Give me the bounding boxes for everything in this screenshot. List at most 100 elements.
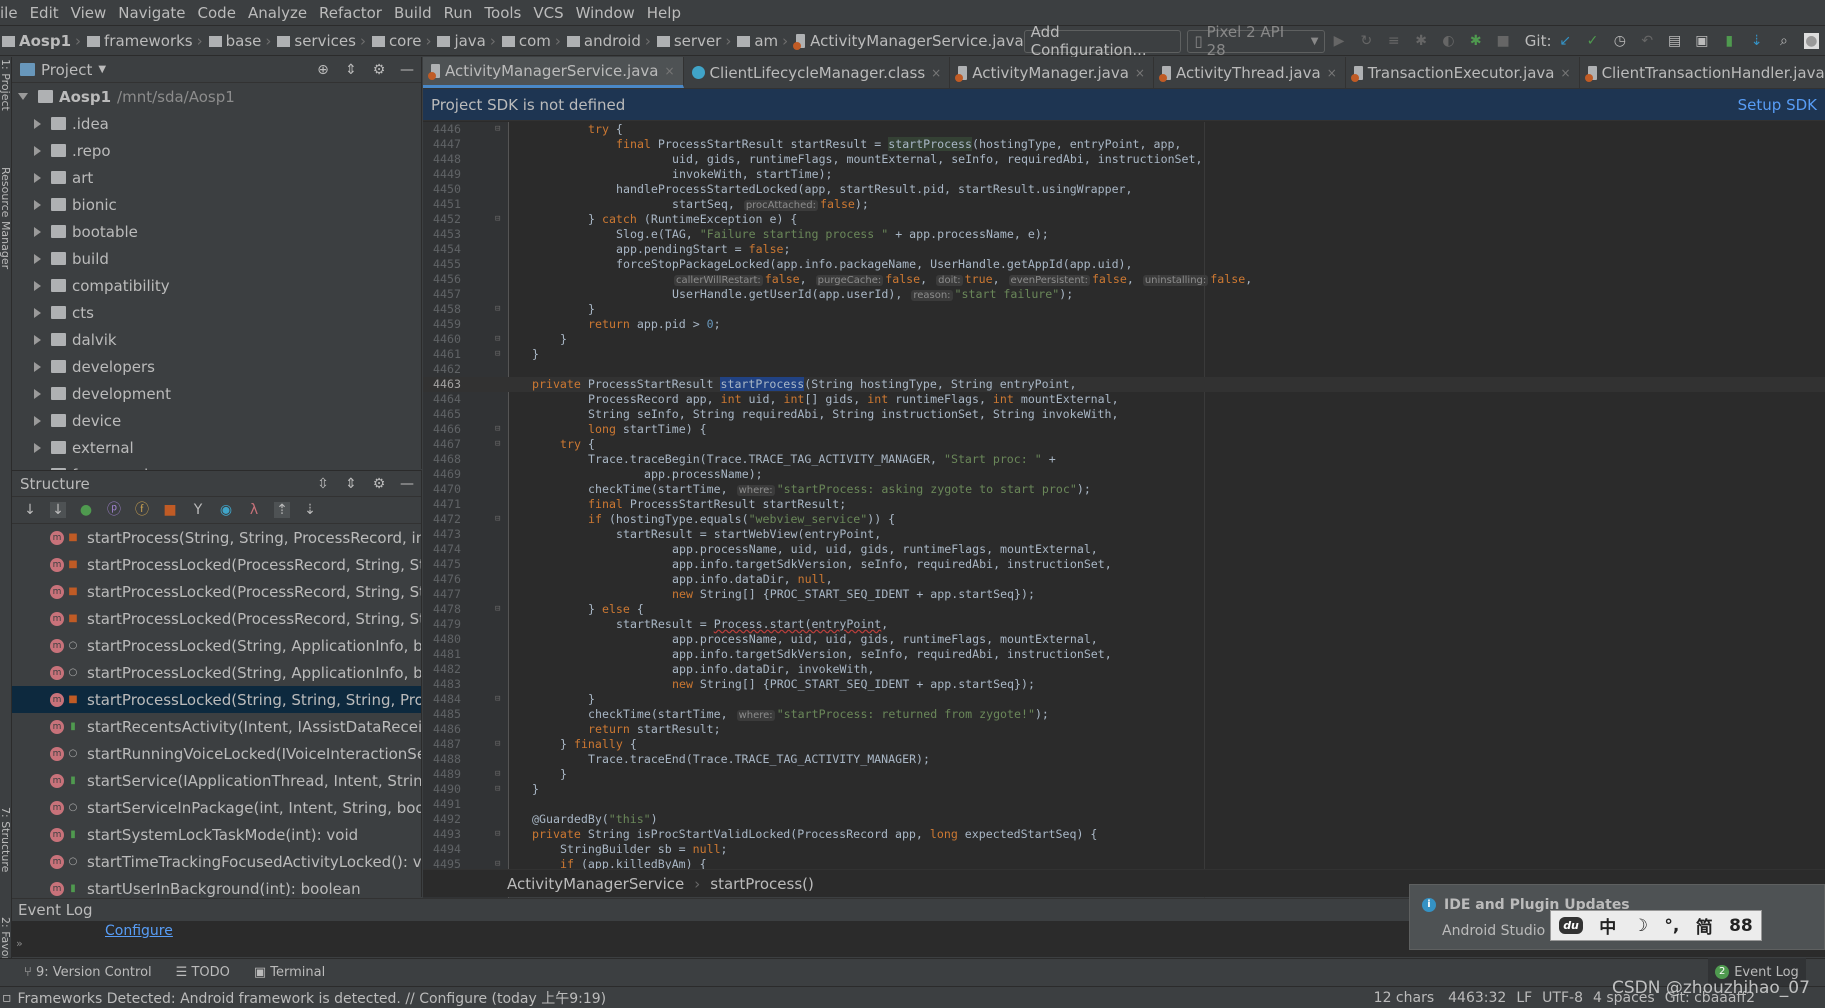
code-line[interactable]: 4453 Slog.e(TAG, "Failure starting proces… — [423, 227, 1825, 242]
menu-vcs[interactable]: VCS — [533, 4, 563, 22]
configure-link[interactable]: Configure — [105, 923, 173, 939]
line-separator[interactable]: LF — [1516, 990, 1532, 1006]
close-icon[interactable]: × — [931, 66, 941, 80]
sort-alphabetically-icon[interactable]: ↓ — [50, 502, 66, 518]
close-icon[interactable]: × — [1135, 66, 1145, 80]
expand-arrow-icon[interactable] — [34, 118, 41, 129]
expand-arrow-icon[interactable] — [34, 145, 41, 156]
close-icon[interactable]: × — [1327, 66, 1337, 80]
code-line[interactable]: 4463 private ProcessStartResult startProc… — [423, 377, 1825, 392]
menu-file[interactable]: ile — [0, 4, 18, 22]
fold-marker-icon[interactable]: ⊟ — [495, 782, 500, 797]
code-line[interactable]: 4480 app.processName, uid, uid, gids, run… — [423, 632, 1825, 647]
tree-item[interactable]: developers — [12, 353, 421, 380]
code-line[interactable]: 4469 app.processName); — [423, 467, 1825, 482]
search-icon[interactable]: ⌕ — [1776, 33, 1791, 49]
resource-manager-tool-button[interactable]: Resource Manager — [0, 167, 12, 269]
ime-moon-icon[interactable]: ☽ — [1633, 916, 1648, 936]
show-interfaces-icon[interactable]: ◉ — [218, 502, 234, 518]
code-line[interactable]: 4456 callerWillRestart: false, purgeCache:… — [423, 272, 1825, 287]
structure-item[interactable]: m ○ startProcessLocked(String, Application… — [12, 659, 421, 686]
tree-item[interactable]: bootable — [12, 218, 421, 245]
tree-item[interactable]: cts — [12, 299, 421, 326]
code-line[interactable]: 4484 ⊟} — [423, 692, 1825, 707]
code-line[interactable]: 4471 final ProcessStartResult startResult… — [423, 497, 1825, 512]
sort-by-visibility-icon[interactable]: ↓ — [22, 502, 38, 518]
version-control-tool-button[interactable]: ⑂ 9: Version Control — [24, 965, 152, 980]
gear-icon[interactable]: ⚙ — [371, 476, 387, 492]
debug-icon[interactable]: ✱ — [1413, 33, 1428, 49]
fold-marker-icon[interactable]: ⊟ — [495, 512, 500, 527]
code-line[interactable]: 4492 @GuardedBy("this") — [423, 812, 1825, 827]
tree-item[interactable]: bionic — [12, 191, 421, 218]
expand-icon[interactable]: » — [16, 937, 23, 950]
tree-item[interactable]: compatibility — [12, 272, 421, 299]
code-line[interactable]: 4461 ⊟} — [423, 347, 1825, 362]
tree-item[interactable]: device — [12, 407, 421, 434]
menu-run[interactable]: Run — [444, 4, 473, 22]
expand-arrow-icon[interactable] — [34, 280, 41, 291]
avd-manager-icon[interactable]: ▣ — [1694, 33, 1709, 49]
breadcrumb-item[interactable]: ActivityManagerService.java — [810, 32, 1023, 50]
code-line[interactable]: 4485 checkTime(startTime, where: "startPro… — [423, 707, 1825, 722]
close-icon[interactable]: × — [664, 64, 674, 78]
status-message[interactable]: Frameworks Detected: Android framework i… — [18, 988, 607, 1008]
fold-marker-icon[interactable]: ⊟ — [495, 212, 500, 227]
code-line[interactable]: 4468 Trace.traceBegin(Trace.TRACE_TAG_ACT… — [423, 452, 1825, 467]
code-line[interactable]: 4448 uid, gids, runtimeFlags, mountExtern… — [423, 152, 1825, 167]
breadcrumb-item[interactable]: services — [294, 32, 356, 50]
code-line[interactable]: 4457 UserHandle.getUserId(app.userId), re… — [423, 287, 1825, 302]
breadcrumb-class[interactable]: ActivityManagerService — [507, 875, 684, 893]
fold-marker-icon[interactable]: ⊟ — [495, 122, 500, 137]
menu-window[interactable]: Window — [576, 4, 635, 22]
structure-tool-button[interactable]: 7: Structure — [0, 807, 12, 872]
structure-item[interactable]: m ▮ startService(IApplicationThread, Inten… — [12, 767, 421, 794]
code-line[interactable]: 4487 ⊟} finally { — [423, 737, 1825, 752]
structure-item[interactable]: m ▮ startSystemLockTaskMode(int): void — [12, 821, 421, 848]
project-tool-button[interactable]: 1: Project — [0, 59, 12, 111]
todo-tool-button[interactable]: ☰ TODO — [176, 965, 230, 980]
code-line[interactable]: 4452 ⊟} catch (RuntimeException e) { — [423, 212, 1825, 227]
terminal-tool-button[interactable]: ▣ Terminal — [254, 965, 325, 980]
setup-sdk-link[interactable]: Setup SDK — [1738, 96, 1817, 114]
expand-arrow-icon[interactable] — [34, 361, 41, 372]
fold-marker-icon[interactable]: ⊟ — [495, 767, 500, 782]
code-line[interactable]: 4473 startResult = startWebView(entryPoin… — [423, 527, 1825, 542]
fold-marker-icon[interactable]: ⊟ — [495, 602, 500, 617]
code-line[interactable]: 4474 app.processName, uid, uid, gids, run… — [423, 542, 1825, 557]
fold-marker-icon[interactable]: ⊟ — [495, 422, 500, 437]
fold-marker-icon[interactable]: ⊟ — [495, 692, 500, 707]
git-commit-icon[interactable]: ✓ — [1585, 33, 1600, 49]
expand-arrow-icon[interactable] — [34, 388, 41, 399]
run-icon[interactable]: ▶ — [1331, 33, 1346, 49]
menu-build[interactable]: Build — [394, 4, 432, 22]
structure-item[interactable]: m ▮ startUserInBackground(int): boolean — [12, 875, 421, 897]
menu-help[interactable]: Help — [647, 4, 681, 22]
code-line[interactable]: 4491 — [423, 797, 1825, 812]
status-toggle-icon[interactable]: ▫ — [2, 990, 12, 1006]
breadcrumb-item[interactable]: Aosp1 — [19, 32, 71, 50]
code-line[interactable]: 4494 StringBuilder sb = null; — [423, 842, 1825, 857]
code-line[interactable]: 4481 app.info.targetSdkVersion, seInfo, r… — [423, 647, 1825, 662]
expand-all-icon[interactable]: ⇳ — [315, 476, 331, 492]
breadcrumb-item[interactable]: frameworks — [104, 32, 193, 50]
fold-marker-icon[interactable]: ⊟ — [495, 332, 500, 347]
code-line[interactable]: 4465 String seInfo, String requiredAbi, S… — [423, 407, 1825, 422]
structure-item[interactable]: m ■ startProcess(String, String, ProcessRe… — [12, 524, 421, 551]
menu-analyze[interactable]: Analyze — [248, 4, 307, 22]
code-line[interactable]: 4459 return app.pid > 0; — [423, 317, 1825, 332]
structure-item[interactable]: m ○ startServiceInPackage(int, Intent, Str… — [12, 794, 421, 821]
code-line[interactable]: 4447 final ProcessStartResult startResult… — [423, 137, 1825, 152]
code-line[interactable]: 4460 ⊟} — [423, 332, 1825, 347]
ime-menu-icon[interactable]: 88 — [1729, 916, 1753, 936]
structure-item[interactable]: m ■ startProcessLocked(ProcessRecord, Stri… — [12, 578, 421, 605]
breadcrumb-item[interactable]: android — [584, 32, 641, 50]
fold-marker-icon[interactable]: ⊟ — [495, 347, 500, 362]
tab-activitythread-java[interactable]: ActivityThread.java × — [1154, 57, 1346, 88]
project-view-selector[interactable]: Project — [41, 61, 92, 79]
code-line[interactable]: 4493 ⊟ private String isProcStartValidLock… — [423, 827, 1825, 842]
expand-arrow-icon[interactable] — [34, 307, 41, 318]
tree-root[interactable]: Aosp1 /mnt/sda/Aosp1 — [12, 83, 421, 110]
close-icon[interactable]: × — [1561, 66, 1571, 80]
menu-refactor[interactable]: Refactor — [319, 4, 382, 22]
